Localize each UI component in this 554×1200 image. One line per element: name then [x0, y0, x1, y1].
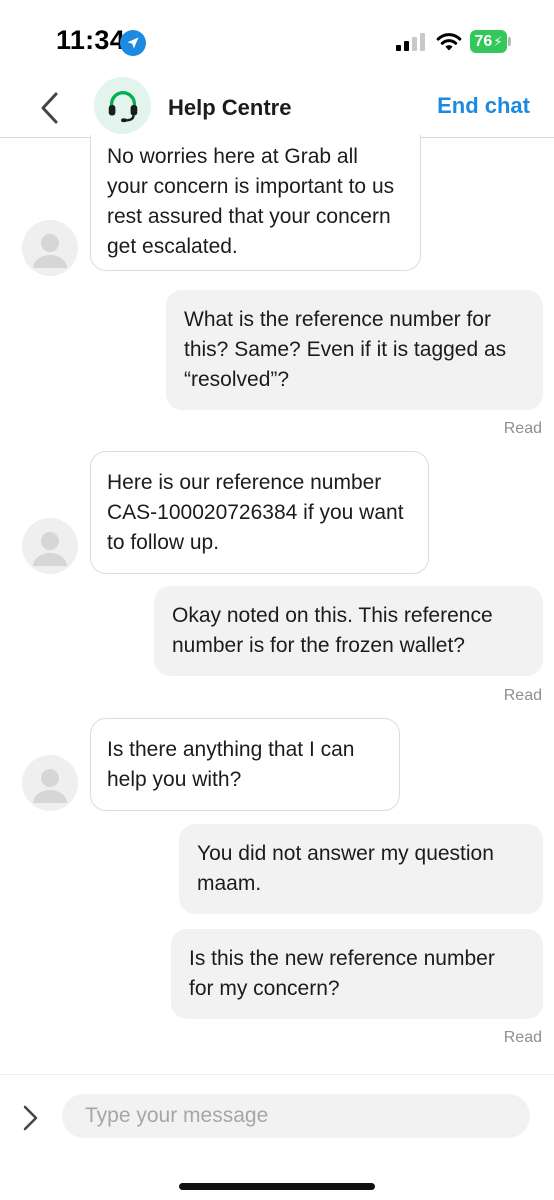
user-message: Okay noted on this. This reference numbe… — [154, 586, 543, 676]
wifi-icon — [435, 30, 463, 52]
composer-bar — [0, 1074, 554, 1200]
read-receipt: Read — [503, 687, 542, 704]
message-text: Is this the new reference number for my … — [189, 947, 495, 1000]
user-message: You did not answer my question maam. — [179, 824, 543, 914]
back-button[interactable] — [34, 90, 66, 126]
agent-message: Is there anything that I can help you wi… — [90, 718, 400, 811]
agent-avatar — [22, 518, 78, 574]
agent-avatar — [22, 755, 78, 811]
signal-bars-icon — [396, 33, 426, 51]
agent-avatar — [22, 220, 78, 276]
expand-button[interactable] — [20, 1103, 42, 1133]
message-input[interactable] — [62, 1094, 530, 1138]
user-message: Is this the new reference number for my … — [171, 929, 543, 1019]
read-receipt: Read — [503, 420, 542, 437]
message-text: Here is our reference number CAS-1000207… — [107, 471, 404, 554]
header-title: Help Centre — [168, 95, 292, 120]
chevron-right-icon — [23, 1105, 38, 1131]
chat-header: Help Centre End chat — [0, 72, 554, 138]
person-icon — [33, 234, 67, 268]
person-icon — [33, 769, 67, 803]
message-text: Okay noted on this. This reference numbe… — [172, 604, 493, 657]
battery-cap — [508, 37, 511, 46]
message-text: No worries here at Grab all your concern… — [107, 145, 395, 258]
home-indicator — [179, 1183, 375, 1190]
help-centre-avatar — [94, 77, 151, 134]
read-receipt: Read — [503, 1029, 542, 1046]
status-time: 11:34 — [56, 25, 126, 55]
user-message: What is the reference number for this? S… — [166, 290, 543, 410]
message-text: What is the reference number for this? S… — [184, 308, 507, 391]
status-bar: 11:34 76 ⚡ — [0, 0, 554, 80]
battery-charging-icon: 76 ⚡ — [470, 30, 507, 53]
person-icon — [33, 532, 67, 566]
headset-icon — [108, 90, 137, 122]
location-arrow-icon — [119, 29, 147, 57]
agent-message: No worries here at Grab all your concern… — [90, 135, 421, 271]
chevron-left-icon — [41, 92, 58, 124]
chat-screen: 11:34 76 ⚡ Help Centre End chat No worri… — [0, 0, 554, 1200]
end-chat-button[interactable]: End chat — [437, 93, 530, 119]
battery-level: 76 — [474, 32, 493, 50]
message-text: Is there anything that I can help you wi… — [107, 738, 355, 791]
message-text: You did not answer my question maam. — [197, 842, 494, 895]
agent-message: Here is our reference number CAS-1000207… — [90, 451, 429, 574]
